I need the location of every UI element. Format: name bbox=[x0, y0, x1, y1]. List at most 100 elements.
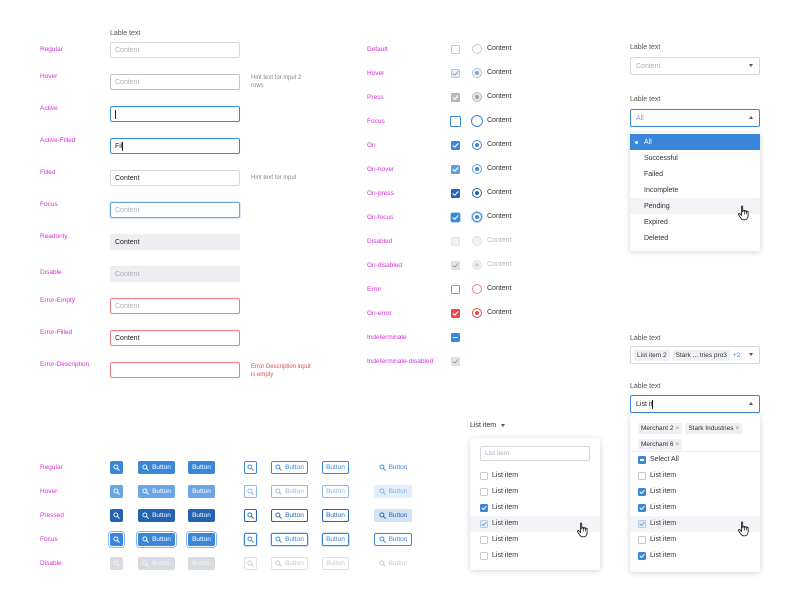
checkbox-press[interactable] bbox=[451, 93, 460, 102]
radio-press[interactable] bbox=[472, 92, 482, 102]
select-option[interactable]: Successful bbox=[630, 150, 760, 166]
list-item-checkbox[interactable] bbox=[480, 536, 488, 544]
close-icon[interactable]: × bbox=[676, 421, 680, 436]
select-all-checkbox[interactable] bbox=[638, 456, 646, 464]
search-button-hover[interactable]: Button bbox=[138, 485, 175, 498]
list-item-checkbox[interactable] bbox=[480, 488, 488, 496]
search-button-outline-pressed[interactable]: Button bbox=[271, 509, 308, 522]
checkbox-on[interactable] bbox=[451, 141, 460, 150]
outline-button[interactable]: Button bbox=[322, 461, 349, 474]
checkbox-on-hover[interactable] bbox=[451, 165, 460, 174]
input-hover[interactable]: Content bbox=[110, 74, 240, 90]
input-filled[interactable]: Content bbox=[110, 170, 240, 186]
checkbox-on-press[interactable] bbox=[451, 189, 460, 198]
input-focus[interactable]: Content bbox=[110, 202, 240, 218]
list-item-checkbox[interactable] bbox=[480, 552, 488, 560]
search-button-focus[interactable]: Button bbox=[138, 533, 175, 546]
select-open[interactable]: All bbox=[630, 109, 760, 127]
list-item-checkbox[interactable] bbox=[638, 488, 646, 496]
checkbox-default[interactable] bbox=[451, 45, 460, 54]
radio-on-press[interactable] bbox=[472, 188, 482, 198]
input-active[interactable] bbox=[110, 106, 240, 122]
close-icon[interactable]: × bbox=[736, 421, 740, 436]
list-item-checkbox[interactable] bbox=[638, 472, 646, 480]
primary-button-hover[interactable]: Button bbox=[188, 485, 215, 498]
search-icon-button-outline-disabled bbox=[244, 557, 257, 570]
select-option[interactable]: All bbox=[630, 134, 760, 150]
radio-hover[interactable] bbox=[472, 68, 482, 78]
search-button-outline[interactable]: Button bbox=[271, 461, 308, 474]
radio-on-hover[interactable] bbox=[472, 164, 482, 174]
outline-button-focus[interactable]: Button bbox=[322, 533, 349, 546]
input-error-filled[interactable]: Content bbox=[110, 330, 240, 346]
radio-default[interactable] bbox=[472, 44, 482, 54]
search-button[interactable]: Button bbox=[138, 461, 175, 474]
radio-error[interactable] bbox=[472, 284, 482, 294]
selected-chip[interactable]: Merchant 2 × bbox=[638, 421, 683, 436]
radio-on-focus[interactable] bbox=[472, 212, 482, 222]
list-search-input[interactable]: List item bbox=[480, 446, 590, 461]
list-item-checkbox[interactable] bbox=[480, 504, 488, 512]
select-closed[interactable]: Content bbox=[630, 57, 760, 75]
button-label: Button bbox=[326, 536, 345, 543]
primary-button-pressed[interactable]: Button bbox=[188, 509, 215, 522]
list-item-checkbox[interactable] bbox=[638, 520, 646, 528]
multiselect-search[interactable]: List it bbox=[630, 395, 760, 413]
selected-chip[interactable]: Merchant 6 × bbox=[638, 437, 683, 452]
text-caret bbox=[115, 109, 116, 119]
outline-button-hover[interactable]: Button bbox=[322, 485, 349, 498]
search-button-text-pressed[interactable]: Button bbox=[374, 509, 412, 522]
input-error-empty[interactable]: Content bbox=[110, 298, 240, 314]
select-option[interactable]: Deleted bbox=[630, 230, 760, 246]
checkmark-icon bbox=[452, 190, 459, 197]
search-button-outline-hover[interactable]: Button bbox=[271, 485, 308, 498]
search-button-text-focus[interactable]: Button bbox=[374, 533, 412, 546]
search-button-pressed[interactable]: Button bbox=[138, 509, 175, 522]
minus-icon bbox=[640, 459, 644, 461]
checkbox-hover[interactable] bbox=[451, 69, 460, 78]
checkbox-indeterminate[interactable] bbox=[451, 333, 460, 342]
radio-on-error[interactable] bbox=[472, 308, 482, 318]
search-icon-button[interactable] bbox=[110, 461, 123, 474]
cb-state-label-error: Error bbox=[367, 286, 382, 293]
radio-on[interactable] bbox=[472, 140, 482, 150]
search-icon-button-hover[interactable] bbox=[110, 485, 123, 498]
selected-chip[interactable]: Stark Industries × bbox=[685, 421, 743, 436]
primary-button[interactable]: Button bbox=[188, 461, 215, 474]
search-button-text-hover[interactable]: Button bbox=[374, 485, 412, 498]
state-label-regular: Regular bbox=[40, 46, 63, 53]
search-button-outline-focus[interactable]: Button bbox=[271, 533, 308, 546]
search-icon-button-outline-focus[interactable] bbox=[244, 533, 257, 546]
input-error-description[interactable] bbox=[110, 362, 240, 378]
button-label: Button bbox=[285, 488, 304, 495]
checkbox-focus[interactable] bbox=[450, 116, 461, 127]
list-item-checkbox[interactable] bbox=[638, 536, 646, 544]
close-icon[interactable]: × bbox=[676, 437, 680, 452]
list-item-checkbox[interactable] bbox=[480, 520, 488, 528]
list-item-checkbox[interactable] bbox=[638, 552, 646, 560]
search-button-text[interactable]: Button bbox=[374, 461, 412, 474]
radio-disabled bbox=[472, 236, 482, 246]
checkmark-icon bbox=[452, 262, 459, 269]
select-option[interactable]: Failed bbox=[630, 166, 760, 182]
radio-focus[interactable] bbox=[471, 115, 483, 127]
outline-button-pressed[interactable]: Button bbox=[322, 509, 349, 522]
checkbox-error[interactable] bbox=[451, 285, 460, 294]
search-icon-button-focus[interactable] bbox=[110, 533, 123, 546]
list-dropdown-trigger[interactable]: List item bbox=[470, 422, 506, 429]
search-icon-button-outline-hover[interactable] bbox=[244, 485, 257, 498]
search-icon-button-pressed[interactable] bbox=[110, 509, 123, 522]
checkbox-on-error[interactable] bbox=[451, 309, 460, 318]
checkbox-on-focus[interactable] bbox=[451, 213, 460, 222]
primary-button-focus[interactable]: Button bbox=[188, 533, 215, 546]
list-item-checkbox[interactable] bbox=[638, 504, 646, 512]
select-option[interactable]: Incomplete bbox=[630, 182, 760, 198]
search-icon-button-outline-pressed[interactable] bbox=[244, 509, 257, 522]
cb-state-label-hover: Hover bbox=[367, 70, 385, 77]
cb-state-label-on-error: On-error bbox=[367, 310, 392, 317]
search-icon-button-outline[interactable] bbox=[244, 461, 257, 474]
multiselect-closed[interactable]: List item 2 Stark ... tries pro3 +2 bbox=[630, 346, 760, 364]
list-item-checkbox[interactable] bbox=[480, 472, 488, 480]
input-active-filled[interactable]: Fil bbox=[110, 138, 240, 154]
input-regular[interactable]: Content bbox=[110, 42, 240, 58]
